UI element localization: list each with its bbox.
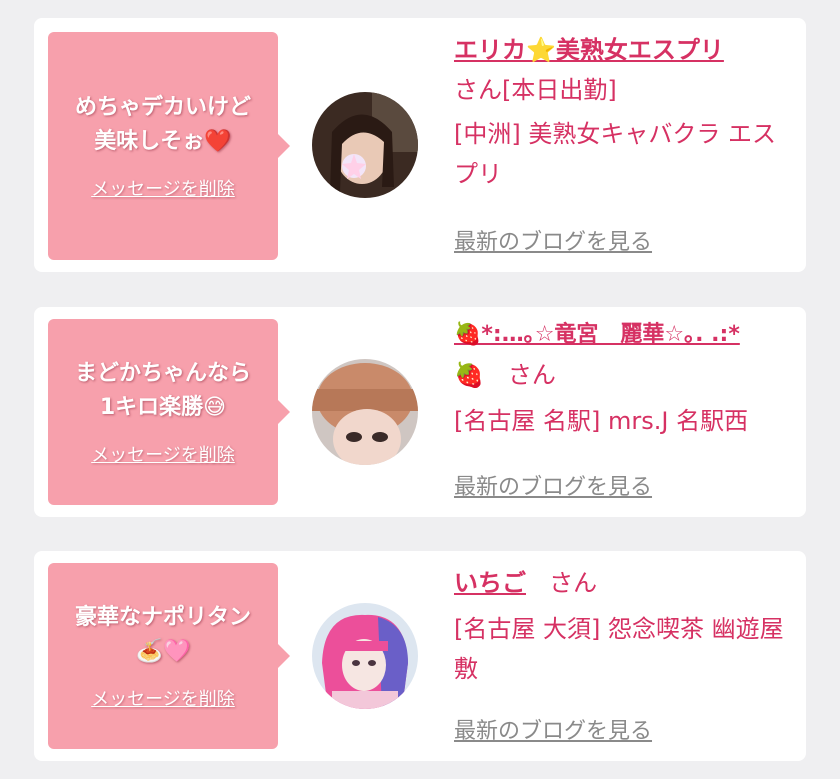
shop-name: [名古屋 大須] 怨念喫茶 幽遊屋敷: [454, 615, 784, 683]
latest-blog-link[interactable]: 最新のブログを見る: [454, 224, 652, 256]
cast-status: さん[本日出勤]: [454, 76, 617, 104]
delete-message-link[interactable]: メッセージを削除: [91, 175, 235, 201]
shop-name: [名古屋 名駅] mrs.J 名駅西: [454, 407, 749, 435]
avatar[interactable]: [312, 92, 418, 198]
message-text: めちゃデカいけど 美味しそぉ❤️: [74, 95, 251, 154]
shop-name: [中洲] 美熟女キャバクラ エスプリ: [454, 120, 776, 188]
latest-blog-link[interactable]: 最新のブログを見る: [454, 713, 652, 745]
cast-name-link[interactable]: いちご: [454, 569, 526, 597]
delete-message-link[interactable]: メッセージを削除: [91, 685, 235, 711]
message-text: 豪華なナポリタン 🍝🩷: [74, 605, 251, 664]
message-bubble: 豪華なナポリタン 🍝🩷 メッセージを削除: [48, 563, 290, 749]
cast-info: 🍓*:…｡☆竜宮 麗華☆｡. .:* 🍓 さん [名古屋 名駅] mrs.J 名…: [454, 315, 799, 441]
message-card: 豪華なナポリタン 🍝🩷 メッセージを削除 いちご さん [名古屋 大須] 怨念喫…: [34, 551, 806, 761]
cast-info: エリカ⭐美熟女エスプリ さん[本日出勤] [中洲] 美熟女キャバクラ エスプリ: [454, 30, 799, 194]
cast-name-link[interactable]: エリカ⭐美熟女エスプリ: [454, 36, 724, 64]
message-card: まどかちゃんなら 1キロ楽勝😅 メッセージを削除 🍓*:…｡☆竜宮 麗華☆｡. …: [34, 307, 806, 517]
cast-info: いちご さん [名古屋 大須] 怨念喫茶 幽遊屋敷: [454, 563, 799, 689]
latest-blog-link[interactable]: 最新のブログを見る: [454, 469, 652, 501]
message-text: まどかちゃんなら 1キロ楽勝😅: [74, 361, 251, 420]
cast-status: さん: [549, 569, 598, 597]
delete-message-link[interactable]: メッセージを削除: [91, 441, 235, 467]
message-card: めちゃデカいけど 美味しそぉ❤️ メッセージを削除 エリカ⭐美熟女エスプリ さん…: [34, 18, 806, 272]
message-bubble: まどかちゃんなら 1キロ楽勝😅 メッセージを削除: [48, 319, 290, 505]
cast-name-link[interactable]: 🍓*:…｡☆竜宮 麗華☆｡. .:*: [454, 322, 740, 347]
message-bubble: めちゃデカいけど 美味しそぉ❤️ メッセージを削除: [48, 32, 290, 260]
cast-status: 🍓 さん: [454, 361, 556, 389]
avatar[interactable]: [312, 359, 418, 465]
avatar[interactable]: [312, 603, 418, 709]
